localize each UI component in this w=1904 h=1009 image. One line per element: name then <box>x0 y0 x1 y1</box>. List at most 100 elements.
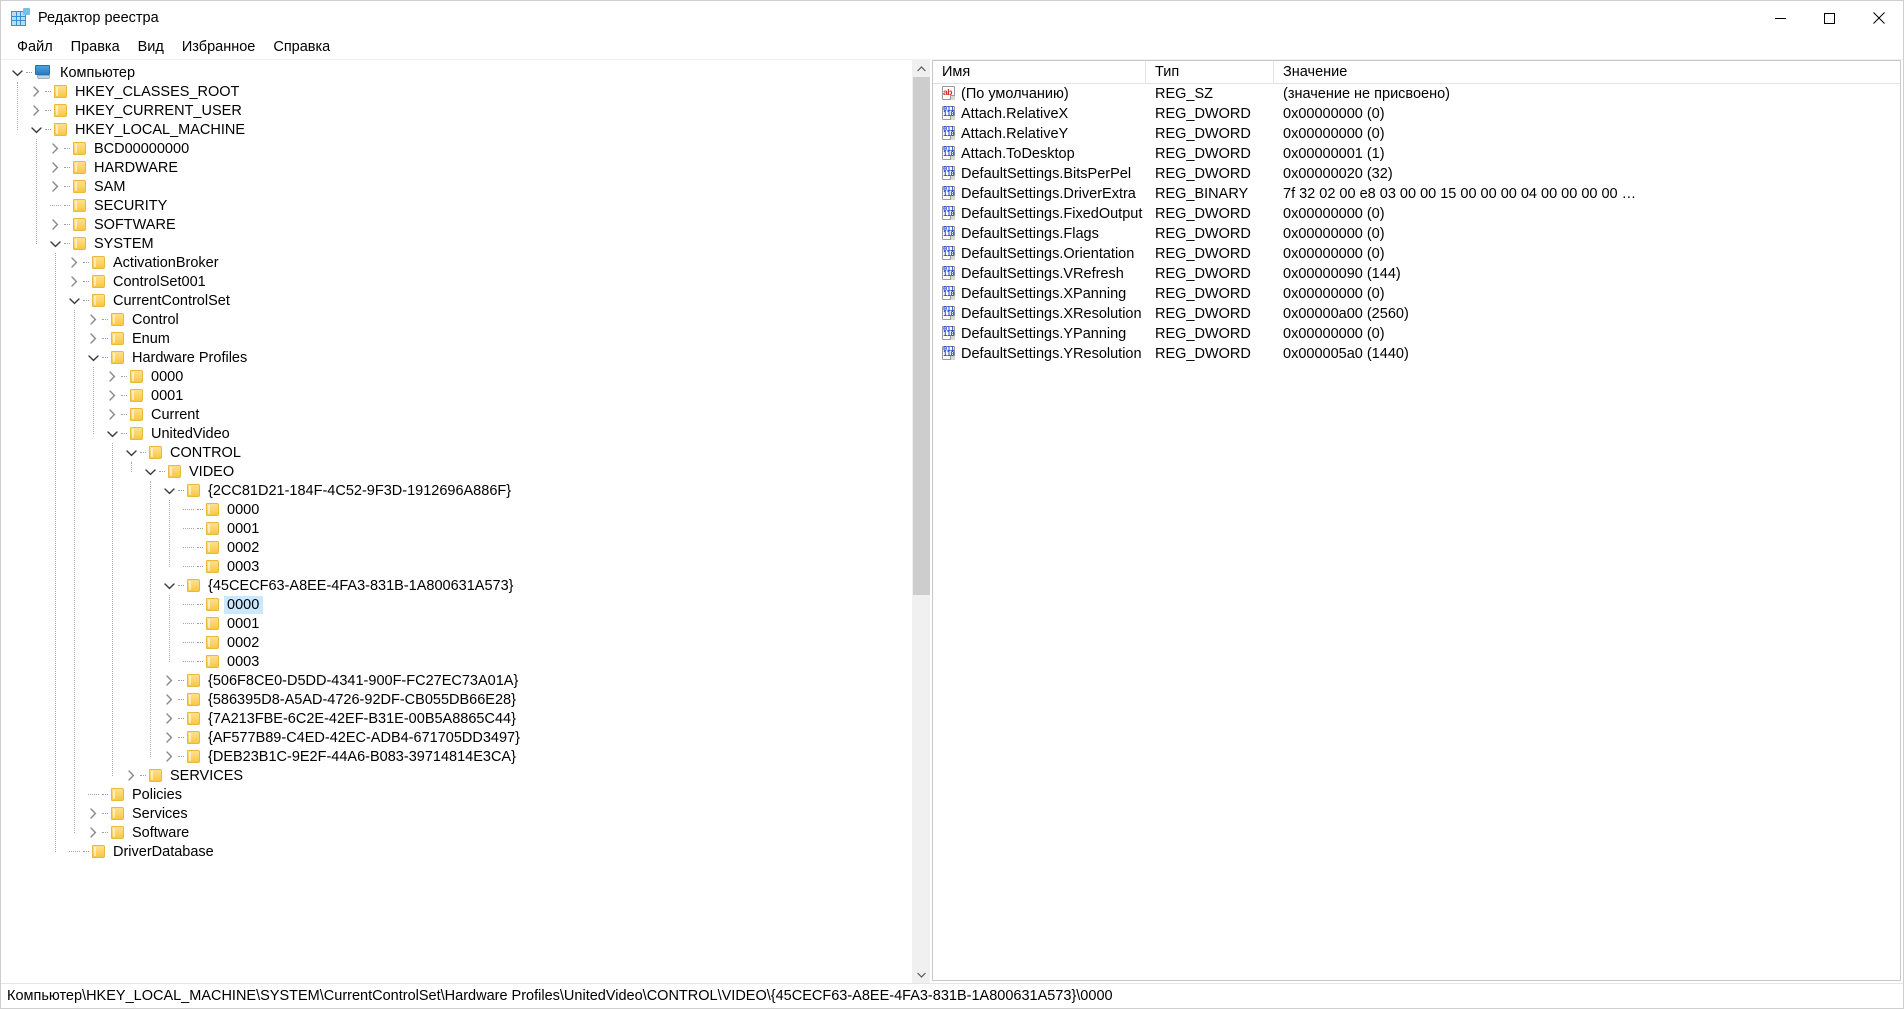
scrollbar-thumb[interactable] <box>912 77 930 595</box>
tree-item[interactable]: Services <box>1 804 912 823</box>
tree-item[interactable]: {2CC81D21-184F-4C52-9F3D-1912696A886F} <box>1 481 912 500</box>
tree-item[interactable]: HARDWARE <box>1 158 912 177</box>
chevron-right-icon[interactable] <box>104 405 120 424</box>
tree-item[interactable]: Enum <box>1 329 912 348</box>
value-row[interactable]: 011 110 DefaultSettings.YPanning REG_DWORD 0… <box>933 324 1900 344</box>
chevron-right-icon[interactable] <box>85 823 101 842</box>
chevron-right-icon[interactable] <box>66 253 82 272</box>
tree-item[interactable]: 0001 <box>1 519 912 538</box>
menu-favorites[interactable]: Избранное <box>173 37 264 58</box>
tree-item[interactable]: {AF577B89-C4ED-42EC-ADB4-671705DD3497} <box>1 728 912 747</box>
tree-item[interactable]: DriverDatabase <box>1 842 912 861</box>
chevron-down-icon[interactable] <box>66 291 82 310</box>
tree-item[interactable]: Компьютер <box>1 63 912 82</box>
chevron-right-icon[interactable] <box>66 272 82 291</box>
tree-item[interactable]: Control <box>1 310 912 329</box>
chevron-right-icon[interactable] <box>47 158 63 177</box>
tree-item[interactable]: ControlSet001 <box>1 272 912 291</box>
tree-item[interactable]: 0000 <box>1 367 912 386</box>
chevron-right-icon[interactable] <box>161 709 177 728</box>
value-row[interactable]: 011 110 Attach.ToDesktop REG_DWORD 0x0000000… <box>933 144 1900 164</box>
chevron-down-icon[interactable] <box>161 481 177 500</box>
chevron-right-icon[interactable] <box>161 728 177 747</box>
chevron-right-icon[interactable] <box>47 215 63 234</box>
chevron-down-icon[interactable] <box>47 234 63 253</box>
tree-item[interactable]: {506F8CE0-D5DD-4341-900F-FC27EC73A01A} <box>1 671 912 690</box>
chevron-right-icon[interactable] <box>85 329 101 348</box>
value-row[interactable]: 011 110 DefaultSettings.DriverExtra REG_BIN… <box>933 184 1900 204</box>
tree-item[interactable]: SAM <box>1 177 912 196</box>
chevron-right-icon[interactable] <box>104 367 120 386</box>
registry-tree[interactable]: Компьютер HKEY_CLASSES_ROOT HKEY_CURRENT_U… <box>1 63 912 861</box>
menu-edit[interactable]: Правка <box>62 37 129 58</box>
tree-item[interactable]: CurrentControlSet <box>1 291 912 310</box>
tree-item[interactable]: 0000 <box>1 595 912 614</box>
tree-item[interactable]: ActivationBroker <box>1 253 912 272</box>
chevron-right-icon[interactable] <box>123 766 139 785</box>
chevron-down-icon[interactable] <box>123 443 139 462</box>
value-row[interactable]: 011 110 DefaultSettings.Flags REG_DWORD 0x00… <box>933 224 1900 244</box>
maximize-button[interactable] <box>1805 1 1854 35</box>
menu-file[interactable]: Файл <box>8 37 62 58</box>
tree-item[interactable]: HKEY_LOCAL_MACHINE <box>1 120 912 139</box>
tree-scrollbar[interactable] <box>912 60 930 983</box>
close-button[interactable] <box>1854 1 1903 35</box>
value-row[interactable]: 011 110 Attach.RelativeY REG_DWORD 0x0000000… <box>933 124 1900 144</box>
chevron-right-icon[interactable] <box>47 139 63 158</box>
chevron-down-icon[interactable] <box>161 576 177 595</box>
chevron-down-icon[interactable] <box>142 462 158 481</box>
tree-item[interactable]: {DEB23B1C-9E2F-44A6-B083-39714814E3CA} <box>1 747 912 766</box>
tree-item[interactable]: CONTROL <box>1 443 912 462</box>
tree-item[interactable]: BCD00000000 <box>1 139 912 158</box>
scrollbar-track[interactable] <box>912 77 930 966</box>
column-header-name[interactable]: Имя <box>933 61 1146 83</box>
value-row[interactable]: 011 110 DefaultSettings.Orientation REG_DWO… <box>933 244 1900 264</box>
tree-item[interactable]: Hardware Profiles <box>1 348 912 367</box>
tree-item[interactable]: {45CECF63-A8EE-4FA3-831B-1A800631A573} <box>1 576 912 595</box>
chevron-down-icon[interactable] <box>104 424 120 443</box>
value-row[interactable]: 011 110 DefaultSettings.XPanning REG_DWORD 0… <box>933 284 1900 304</box>
column-header-value[interactable]: Значение <box>1274 61 1900 83</box>
chevron-right-icon[interactable] <box>28 82 44 101</box>
tree-item[interactable]: 0002 <box>1 633 912 652</box>
scroll-down-button[interactable] <box>912 966 930 983</box>
tree-item[interactable]: Current <box>1 405 912 424</box>
chevron-down-icon[interactable] <box>28 120 44 139</box>
tree-item[interactable]: UnitedVideo <box>1 424 912 443</box>
value-row[interactable]: 011 110 DefaultSettings.YResolution REG_DWO… <box>933 344 1900 364</box>
tree-item[interactable]: 0000 <box>1 500 912 519</box>
tree-item[interactable]: SYSTEM <box>1 234 912 253</box>
tree-item[interactable]: 0003 <box>1 557 912 576</box>
chevron-right-icon[interactable] <box>161 747 177 766</box>
chevron-down-icon[interactable] <box>9 63 25 82</box>
tree-item[interactable]: SERVICES <box>1 766 912 785</box>
tree-item[interactable]: Software <box>1 823 912 842</box>
tree-item[interactable]: 0002 <box>1 538 912 557</box>
chevron-right-icon[interactable] <box>47 177 63 196</box>
values-list[interactable]: ab (По умолчанию) REG_SZ (значение не присв… <box>933 84 1900 980</box>
tree-item[interactable]: Policies <box>1 785 912 804</box>
tree-item[interactable]: 0003 <box>1 652 912 671</box>
value-row[interactable]: 011 110 Attach.RelativeX REG_DWORD 0x0000000… <box>933 104 1900 124</box>
menu-help[interactable]: Справка <box>264 37 339 58</box>
chevron-right-icon[interactable] <box>104 386 120 405</box>
tree-item[interactable]: 0001 <box>1 614 912 633</box>
tree-item[interactable]: SECURITY <box>1 196 912 215</box>
tree-item[interactable]: {7A213FBE-6C2E-42EF-B31E-00B5A8865C44} <box>1 709 912 728</box>
value-row[interactable]: 011 110 DefaultSettings.XResolution REG_DWO… <box>933 304 1900 324</box>
menu-view[interactable]: Вид <box>129 37 173 58</box>
tree-item[interactable]: HKEY_CURRENT_USER <box>1 101 912 120</box>
column-header-type[interactable]: Тип <box>1146 61 1274 83</box>
value-row[interactable]: 011 110 DefaultSettings.VRefresh REG_DWORD 0… <box>933 264 1900 284</box>
scroll-up-button[interactable] <box>912 60 930 77</box>
chevron-right-icon[interactable] <box>161 690 177 709</box>
value-row[interactable]: ab (По умолчанию) REG_SZ (значение не присв… <box>933 84 1900 104</box>
tree-item[interactable]: HKEY_CLASSES_ROOT <box>1 82 912 101</box>
chevron-right-icon[interactable] <box>85 804 101 823</box>
minimize-button[interactable] <box>1756 1 1805 35</box>
tree-item[interactable]: 0001 <box>1 386 912 405</box>
value-row[interactable]: 011 110 DefaultSettings.BitsPerPel REG_DWOR… <box>933 164 1900 184</box>
chevron-right-icon[interactable] <box>161 671 177 690</box>
value-row[interactable]: 011 110 DefaultSettings.FixedOutput REG_DWO… <box>933 204 1900 224</box>
tree-item[interactable]: VIDEO <box>1 462 912 481</box>
